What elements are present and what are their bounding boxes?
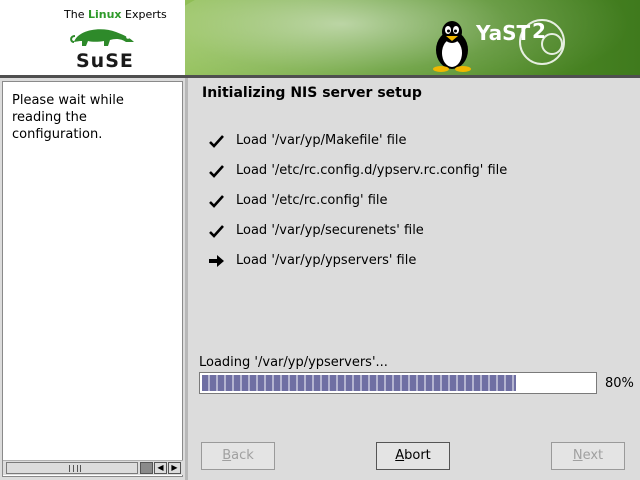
- chameleon-icon: [70, 29, 134, 46]
- step-item: Load '/var/yp/securenets' file: [208, 223, 507, 253]
- suse-tagline: The Linux Experts: [64, 8, 167, 21]
- back-label-rest: ack: [231, 448, 254, 463]
- step-item: Load '/etc/rc.config' file: [208, 193, 507, 223]
- progress-bar: [199, 372, 597, 394]
- progress-status-label: Loading '/var/yp/ypservers'...: [199, 355, 388, 370]
- abort-button[interactable]: Abort: [376, 442, 450, 470]
- next-mnemonic: N: [572, 448, 583, 463]
- step-item-current: Load '/var/yp/ypservers' file: [208, 253, 507, 283]
- step-label: Load '/var/yp/Makefile' file: [236, 133, 407, 148]
- suse-wordmark: SuSE: [76, 50, 134, 72]
- abort-label-rest: bort: [404, 448, 431, 463]
- tagline-suffix: Experts: [121, 8, 167, 21]
- suse-logo-area: The Linux Experts SuSE: [0, 0, 185, 75]
- header-banner: The Linux Experts SuSE YaST 2: [0, 0, 640, 75]
- checkmark-icon: [209, 165, 224, 178]
- step-label: Load '/etc/rc.config.d/ypserv.rc.config'…: [236, 163, 508, 178]
- step-label: Load '/var/yp/ypservers' file: [236, 253, 417, 268]
- tux-penguin-icon: [433, 21, 471, 72]
- checkmark-icon: [209, 225, 224, 238]
- progress-percent: 80%: [605, 376, 634, 391]
- page-title: Initializing NIS server setup: [202, 85, 422, 101]
- scrollbar-block: [140, 462, 153, 474]
- tagline-brand: Linux: [87, 8, 122, 21]
- yast-text: YaST: [475, 21, 531, 45]
- next-button[interactable]: Next: [551, 442, 625, 470]
- step-label: Load '/etc/rc.config' file: [236, 193, 388, 208]
- back-button[interactable]: Back: [201, 442, 275, 470]
- abort-mnemonic: A: [395, 448, 405, 463]
- progress-fill: [202, 375, 516, 391]
- yast-version: 2: [532, 19, 546, 43]
- step-item: Load '/var/yp/Makefile' file: [208, 133, 507, 163]
- panel-separator: [185, 78, 188, 480]
- back-mnemonic: B: [222, 448, 232, 463]
- checkmark-icon: [209, 195, 224, 208]
- help-text: Please wait while reading the configurat…: [12, 93, 124, 142]
- step-list: Load '/var/yp/Makefile' file Load '/etc/…: [208, 133, 507, 283]
- scroll-right-arrow-icon[interactable]: ▶: [168, 462, 181, 474]
- help-panel[interactable]: Please wait while reading the configurat…: [2, 81, 183, 477]
- scroll-left-arrow-icon[interactable]: ◀: [154, 462, 167, 474]
- tagline-prefix: The: [64, 8, 88, 21]
- scrollbar-thumb[interactable]: [6, 462, 138, 474]
- arrow-right-icon: [209, 255, 224, 267]
- header-divider: [0, 75, 640, 78]
- scrollbar-grip-icon: [69, 465, 81, 472]
- step-label: Load '/var/yp/securenets' file: [236, 223, 424, 238]
- next-label-rest: ext: [582, 448, 604, 463]
- help-horizontal-scrollbar[interactable]: ◀ ▶: [3, 460, 183, 475]
- checkmark-icon: [209, 135, 224, 148]
- step-item: Load '/etc/rc.config.d/ypserv.rc.config'…: [208, 163, 507, 193]
- yast-logo-icon: YaST 2: [475, 19, 565, 65]
